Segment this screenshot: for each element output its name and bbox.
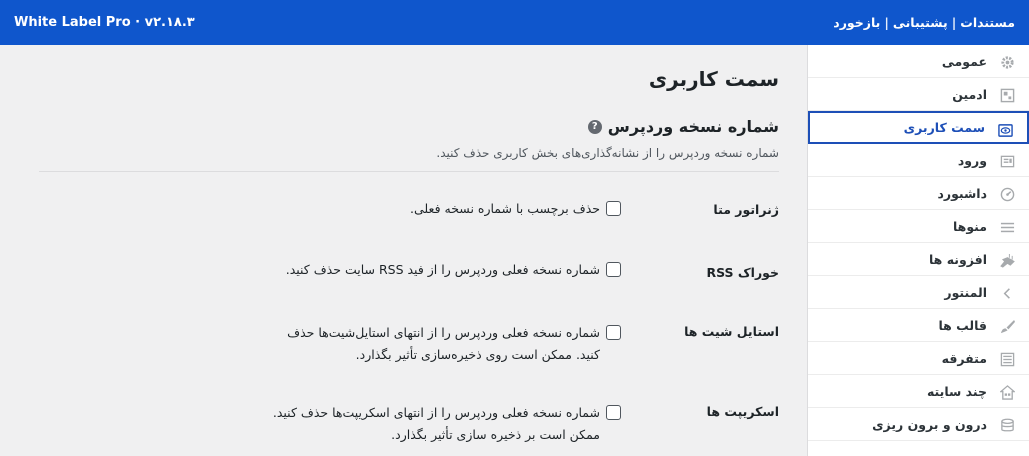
support-link[interactable]: پشتیبانی (893, 15, 948, 30)
sidebar-item-label: المنتور (944, 284, 987, 300)
multisite-icon (999, 384, 1015, 400)
checkbox-label: شماره نسخه فعلی وردپرس را از فید RSS سای… (285, 262, 600, 277)
setting-field: حذف برچسب با شماره نسخه فعلی. (261, 198, 621, 220)
feedback-link[interactable]: بازخورد (833, 15, 880, 30)
setting-row-rss-feed: خوراک RSS شماره نسخه فعلی وردپرس را از ف… (39, 259, 779, 281)
setting-row-stylesheets: استایل شیت ها شماره نسخه فعلی وردپرس را … (39, 322, 779, 366)
sidebar-item-label: ادمین (952, 86, 987, 102)
sidebar-item-label: درون و برون ریزی (872, 416, 987, 432)
sidebar-item-themes[interactable]: قالب ها (808, 309, 1029, 342)
top-bar: مستندات | پشتیبانی | بازخورد White Label… (0, 0, 1029, 45)
sidebar-item-label: چند سایته (926, 383, 987, 399)
divider (39, 171, 779, 172)
dashboard-icon (999, 186, 1015, 202)
setting-label: استایل شیت ها (684, 324, 779, 339)
database-icon (999, 417, 1015, 433)
eye-icon (997, 122, 1013, 138)
link-separator: | (884, 15, 889, 30)
elementor-icon (999, 285, 1015, 301)
admin-icon (999, 87, 1015, 103)
setting-field: شماره نسخه فعلی وردپرس را از انتهای اسکر… (261, 402, 621, 446)
remove-stylesheet-version-checkbox[interactable] (606, 325, 621, 340)
setting-label: خوراک RSS (706, 265, 779, 280)
remove-script-version-checkbox[interactable] (606, 405, 621, 420)
page-title: سمت کاربری (648, 67, 779, 91)
sidebar-item-label: متفرقه (941, 350, 987, 366)
setting-field: شماره نسخه فعلی وردپرس را از فید RSS سای… (261, 259, 621, 281)
setting-label: ژنراتور متا (713, 202, 779, 217)
sidebar-item-login[interactable]: ورود (808, 144, 1029, 177)
plugin-icon (999, 252, 1015, 268)
sidebar-item-menus[interactable]: منوها (808, 210, 1029, 243)
sidebar-item-plugins[interactable]: افزونه ها (808, 243, 1029, 276)
sidebar-item-label: منوها (952, 218, 987, 234)
remove-rss-version-checkbox[interactable] (606, 262, 621, 277)
sidebar-item-label: عمومی (941, 53, 987, 69)
sidebar-item-dashboard[interactable]: داشبورد (808, 177, 1029, 210)
sidebar-item-elementor[interactable]: المنتور (808, 276, 1029, 309)
top-links: مستندات | پشتیبانی | بازخورد (833, 15, 1015, 30)
sidebar-item-misc[interactable]: متفرقه (808, 342, 1029, 375)
sidebar-item-import-export[interactable]: درون و برون ریزی (808, 408, 1029, 441)
settings-content: سمت کاربری شماره نسخه وردپرس ? شماره نسخ… (0, 45, 807, 456)
checkbox-label: شماره نسخه فعلی وردپرس را از انتهای استا… (287, 325, 600, 362)
sidebar-item-admin[interactable]: ادمین (808, 78, 1029, 111)
sidebar-item-label: قالب ها (938, 317, 987, 333)
help-icon[interactable]: ? (587, 119, 602, 134)
sidebar-item-label: ورود (957, 152, 987, 168)
setting-row-scripts: اسکریپت ها شماره نسخه فعلی وردپرس را از … (39, 402, 779, 446)
setting-row-meta-generator: ژنراتور متا حذف برچسب با شماره نسخه فعلی… (39, 198, 779, 220)
link-separator: | (951, 15, 957, 30)
setting-label: اسکریپت ها (706, 404, 779, 419)
sidebar-item-label: افزونه ها (928, 251, 987, 267)
login-icon (999, 153, 1015, 169)
sidebar-item-label: داشبورد (937, 185, 987, 201)
setting-field: شماره نسخه فعلی وردپرس را از انتهای استا… (261, 322, 621, 366)
gear-icon (999, 54, 1015, 70)
remove-meta-generator-checkbox[interactable] (606, 201, 621, 216)
sidebar-item-general[interactable]: عمومی (808, 45, 1029, 78)
sidebar-item-multisite[interactable]: چند سایته (808, 375, 1029, 408)
checkbox-label: حذف برچسب با شماره نسخه فعلی. (410, 201, 600, 216)
plugin-brand: White Label Pro · v۲.۱۸.۳ (14, 15, 195, 30)
misc-icon (999, 351, 1015, 367)
brush-icon (999, 318, 1015, 334)
sidebar-item-frontend[interactable]: سمت کاربری (808, 111, 1029, 144)
docs-link[interactable]: مستندات (960, 15, 1015, 30)
sidebar-item-label: سمت کاربری (903, 120, 985, 135)
settings-sidebar: عمومی ادمین سمت کاربری ورود داشبورد منوه… (807, 45, 1029, 456)
menu-icon (999, 219, 1015, 235)
checkbox-label: شماره نسخه فعلی وردپرس را از انتهای اسکر… (272, 405, 600, 442)
section-title-text: شماره نسخه وردپرس (607, 117, 779, 136)
section-description: شماره نسخه وردپرس را از نشانه‌گذاری‌های … (436, 146, 779, 160)
section-title: شماره نسخه وردپرس ? (587, 117, 779, 136)
